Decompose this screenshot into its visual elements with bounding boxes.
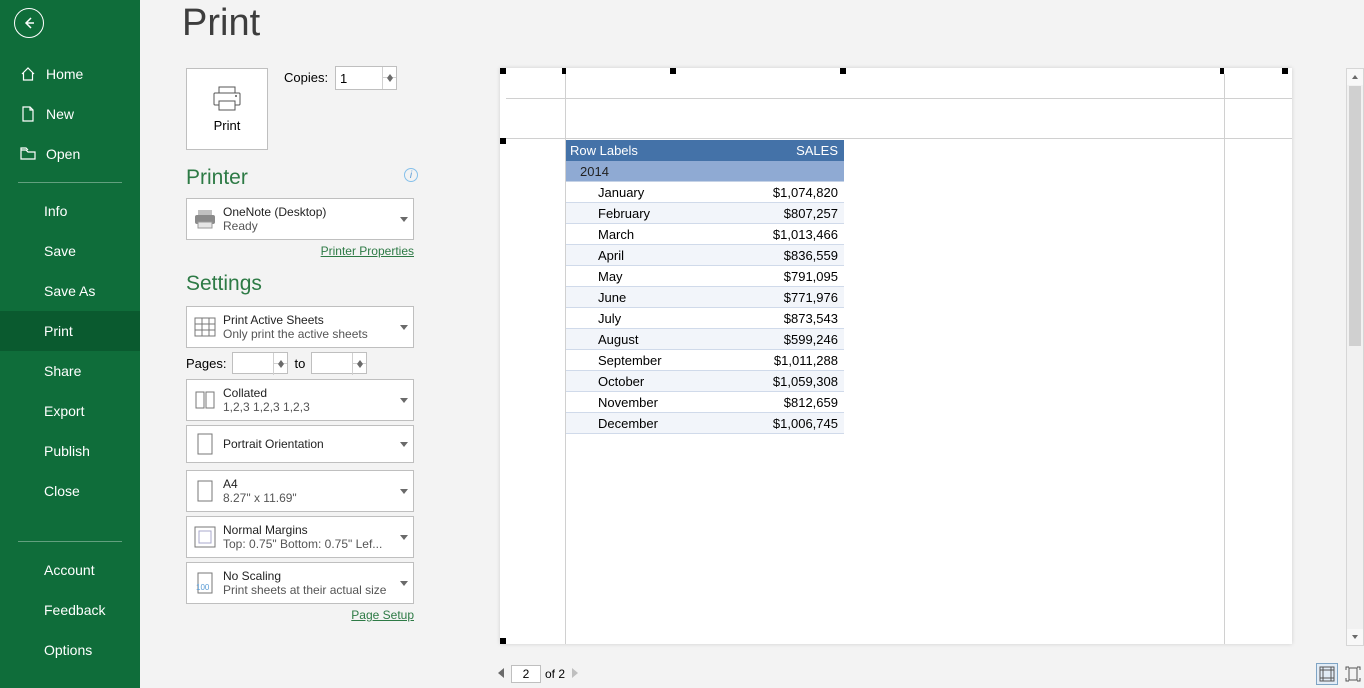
sheets-icon — [187, 317, 223, 337]
printer-dropdown[interactable]: OneNote (Desktop)Ready — [186, 198, 414, 240]
printer-info-icon[interactable]: i — [404, 168, 418, 182]
collate-icon — [187, 390, 223, 410]
preview-data-table: Row LabelsSALES2014January$1,074,820Febr… — [566, 140, 844, 434]
collate-dropdown[interactable]: Collated1,2,3 1,2,3 1,2,3 — [186, 379, 414, 421]
preview-page: Row LabelsSALES2014January$1,074,820Febr… — [500, 68, 1292, 644]
zoom-to-page-button[interactable] — [1342, 663, 1364, 685]
sidebar-item-feedback[interactable]: Feedback — [0, 590, 140, 630]
sidebar-item-home[interactable]: Home — [0, 54, 140, 94]
copies-input-wrap — [335, 66, 397, 90]
backstage-sidebar: HomeNewOpen InfoSaveSave AsPrintShareExp… — [0, 0, 140, 688]
show-margins-button[interactable] — [1316, 663, 1338, 685]
table-row: November$812,659 — [566, 392, 844, 413]
page-number-input[interactable] — [511, 665, 541, 683]
home-icon — [18, 66, 38, 82]
copies-label: Copies: — [284, 70, 328, 85]
scaling-dropdown[interactable]: 100 No ScalingPrint sheets at their actu… — [186, 562, 414, 604]
watermark — [1184, 0, 1334, 15]
pages-label: Pages: — [186, 356, 226, 371]
orientation-dropdown[interactable]: Portrait Orientation — [186, 425, 414, 463]
table-row: January$1,074,820 — [566, 182, 844, 203]
sidebar-item-new[interactable]: New — [0, 94, 140, 134]
pages-to-input[interactable] — [312, 353, 350, 373]
sidebar-item-save[interactable]: Save — [0, 231, 140, 271]
sidebar-item-save-as[interactable]: Save As — [0, 271, 140, 311]
table-row: March$1,013,466 — [566, 224, 844, 245]
table-row: June$771,976 — [566, 287, 844, 308]
print-button-label: Print — [214, 118, 241, 133]
page-setup-link[interactable]: Page Setup — [186, 608, 414, 622]
print-button[interactable]: Print — [186, 68, 268, 150]
printer-section-title: Printer — [186, 166, 248, 190]
sidebar-item-close[interactable]: Close — [0, 471, 140, 511]
settings-section-title: Settings — [186, 272, 262, 296]
printer-icon — [187, 209, 223, 229]
table-row: February$807,257 — [566, 203, 844, 224]
page-total-label: of 2 — [545, 667, 565, 681]
scroll-up[interactable] — [1347, 69, 1363, 85]
copies-input[interactable] — [336, 67, 376, 89]
scroll-thumb[interactable] — [1349, 86, 1361, 346]
scroll-down[interactable] — [1347, 629, 1363, 645]
preview-scrollbar[interactable] — [1346, 68, 1364, 646]
next-page-button[interactable] — [569, 665, 581, 683]
pages-from-input[interactable] — [233, 353, 271, 373]
margins-dropdown[interactable]: Normal MarginsTop: 0.75" Bottom: 0.75" L… — [186, 516, 414, 558]
sidebar-item-options[interactable]: Options — [0, 630, 140, 670]
paper-icon — [187, 480, 223, 502]
table-row: December$1,006,745 — [566, 413, 844, 434]
folder-icon — [18, 147, 38, 161]
table-row: April$836,559 — [566, 245, 844, 266]
doc-icon — [18, 106, 38, 122]
sidebar-item-account[interactable]: Account — [0, 550, 140, 590]
table-row: July$873,543 — [566, 308, 844, 329]
paper-size-dropdown[interactable]: A48.27" x 11.69" — [186, 470, 414, 512]
margins-icon — [187, 526, 223, 548]
sidebar-item-publish[interactable]: Publish — [0, 431, 140, 471]
scaling-icon: 100 — [187, 572, 223, 594]
table-row: October$1,059,308 — [566, 371, 844, 392]
sidebar-item-share[interactable]: Share — [0, 351, 140, 391]
sidebar-item-print[interactable]: Print — [0, 311, 140, 351]
table-row: September$1,011,288 — [566, 350, 844, 371]
back-button[interactable] — [14, 8, 44, 38]
pages-to-label: to — [294, 356, 305, 371]
prev-page-button[interactable] — [495, 665, 507, 683]
portrait-icon — [187, 433, 223, 455]
printer-properties-link[interactable]: Printer Properties — [186, 244, 414, 258]
copies-up[interactable] — [383, 67, 396, 78]
page-title: Print — [182, 2, 260, 45]
table-row: May$791,095 — [566, 266, 844, 287]
sidebar-item-info[interactable]: Info — [0, 191, 140, 231]
sidebar-item-open[interactable]: Open — [0, 134, 140, 174]
sidebar-item-export[interactable]: Export — [0, 391, 140, 431]
print-preview: Row LabelsSALES2014January$1,074,820Febr… — [500, 68, 1304, 646]
print-what-dropdown[interactable]: Print Active SheetsOnly print the active… — [186, 306, 414, 348]
table-row: August$599,246 — [566, 329, 844, 350]
copies-down[interactable] — [383, 78, 396, 89]
